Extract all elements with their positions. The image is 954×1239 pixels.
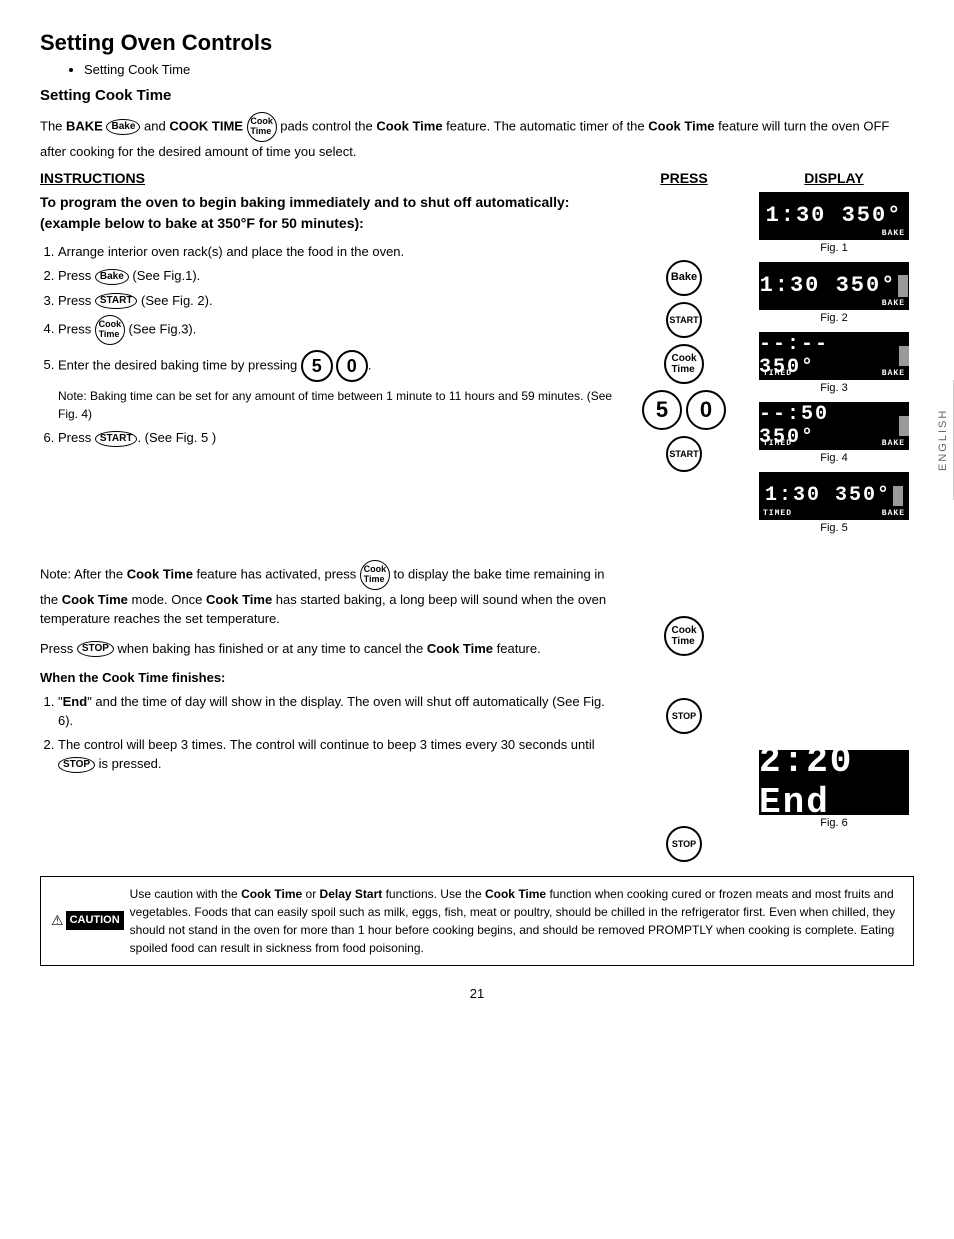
steps-list: Arrange interior oven rack(s) and place … <box>58 242 614 383</box>
steps-list-cont: Press START. (See Fig. 5 ) <box>58 428 614 448</box>
press-num-0: 0 <box>686 390 726 430</box>
page-title: Setting Oven Controls <box>40 30 914 56</box>
cook-btn-para: CookTime <box>360 560 390 590</box>
press-cook-time-btn-2: CookTime <box>664 616 704 656</box>
when-heading: When the Cook Time finishes: <box>40 668 614 688</box>
step-1: Arrange interior oven rack(s) and place … <box>58 242 614 262</box>
press-start-btn-2: START <box>666 436 702 472</box>
step-3: Press START (See Fig. 2). <box>58 291 614 311</box>
section-title: Setting Cook Time <box>40 87 914 104</box>
press-num-5: 5 <box>642 390 682 430</box>
bake-label-fig3: BAKE <box>882 369 905 378</box>
intro-paragraph: The BAKE Bake and COOK TIME CookTime pad… <box>40 112 914 162</box>
bake-label-fig5: BAKE <box>882 509 905 518</box>
para-instructions: Note: After the Cook Time feature has ac… <box>40 550 614 862</box>
caution-label: CAUTION <box>66 911 124 930</box>
num-5-btn: 5 <box>301 350 333 382</box>
bullet-setting-cook-time: Setting Cook Time <box>84 62 914 77</box>
display-fig3: TIMED --:-- 350° BAKE <box>759 332 909 380</box>
display-fig5: TIMED 1:30 350° BAKE <box>759 472 909 520</box>
display-fig2: 1:30 350° BAKE <box>759 262 909 310</box>
step-6: Press START. (See Fig. 5 ) <box>58 428 614 448</box>
press-5-0-group: 5 0 <box>642 390 726 430</box>
header-instructions: INSTRUCTIONS <box>40 170 614 186</box>
bake-button-inline: Bake <box>106 119 140 135</box>
para-stop: Press STOP when baking has finished or a… <box>40 639 614 659</box>
num-5-0-group: 5 0 <box>301 350 368 382</box>
caution-triangle-icon: ⚠ <box>51 910 64 931</box>
side-tab: ENGLISH <box>933 380 954 500</box>
start-btn-step3: START <box>95 293 138 309</box>
display-fig6: 2:20 End <box>759 750 909 815</box>
press-column: Bake START CookTime 5 0 START <box>624 192 744 542</box>
step-5: Enter the desired baking time by pressin… <box>58 350 614 382</box>
timed-label-fig5: TIMED <box>763 509 792 518</box>
bake-label-fig1: BAKE <box>882 229 905 238</box>
para-cook-time-note: Note: After the Cook Time feature has ac… <box>40 560 614 629</box>
caution-icon-wrap: ⚠ CAUTION <box>51 885 124 957</box>
cook-btn-step4: CookTime <box>95 315 125 345</box>
press-bake-btn: Bake <box>666 260 702 296</box>
num-0-btn: 0 <box>336 350 368 382</box>
step-2: Press Bake (See Fig.1). <box>58 266 614 286</box>
bake-label-fig2: BAKE <box>882 299 905 308</box>
page-number: 21 <box>40 986 914 1001</box>
caution-box: ⚠ CAUTION Use caution with the Cook Time… <box>40 876 914 966</box>
display-fig1: 1:30 350° BAKE <box>759 192 909 240</box>
fig-5-label: Fig. 5 <box>820 522 848 534</box>
para-grid: Note: After the Cook Time feature has ac… <box>40 550 914 862</box>
stop-btn-when: STOP <box>58 757 95 773</box>
caution-text: Use caution with the Cook Time or Delay … <box>130 885 903 957</box>
fig-2-label: Fig. 2 <box>820 312 848 324</box>
instruction-grid: INSTRUCTIONS PRESS DISPLAY To program th… <box>40 170 914 542</box>
display-fig4: TIMED --:50 350° BAKE <box>759 402 909 450</box>
press-stop-btn: STOP <box>666 698 702 734</box>
fig-1-label: Fig. 1 <box>820 242 848 254</box>
fig-6-label: Fig. 6 <box>820 817 848 829</box>
header-press: PRESS <box>624 170 744 186</box>
bake-btn-step2: Bake <box>95 269 129 285</box>
bold-heading: To program the oven to begin baking imme… <box>40 192 614 234</box>
timed-label-fig3: TIMED <box>763 369 792 378</box>
display-fig5-text: 1:30 350° <box>765 484 891 507</box>
display-fig2-text: 1:30 350° <box>760 273 897 298</box>
cook-time-button-inline: CookTime <box>247 112 277 142</box>
press-start-btn-1: START <box>666 302 702 338</box>
header-display: DISPLAY <box>754 170 914 186</box>
timed-label-fig4: TIMED <box>763 439 792 448</box>
display-fig6-text: 2:20 End <box>759 741 909 823</box>
instructions-column: To program the oven to begin baking imme… <box>40 192 614 542</box>
note-1: Note: Baking time can be set for any amo… <box>58 387 614 423</box>
when-item-2: The control will beep 3 times. The contr… <box>58 735 614 774</box>
fig-3-label: Fig. 3 <box>820 382 848 394</box>
when-item-1: "End" and the time of day will show in t… <box>58 692 614 731</box>
press-cook-time-btn-1: CookTime <box>664 344 704 384</box>
display-fig1-text: 1:30 350° <box>766 203 903 228</box>
step-4: Press CookTime (See Fig.3). <box>58 315 614 345</box>
start-btn-step6: START <box>95 431 138 447</box>
display-column: 1:30 350° BAKE Fig. 1 1:30 350° BAKE Fig… <box>754 192 914 542</box>
press-col-para: CookTime STOP STOP <box>624 550 744 862</box>
when-list: "End" and the time of day will show in t… <box>58 692 614 774</box>
display-col-para: 2:20 End Fig. 6 <box>754 550 914 862</box>
stop-btn-para: STOP <box>77 641 114 657</box>
fig-4-label: Fig. 4 <box>820 452 848 464</box>
bake-label-fig4: BAKE <box>882 439 905 448</box>
press-stop-btn-2: STOP <box>666 826 702 862</box>
